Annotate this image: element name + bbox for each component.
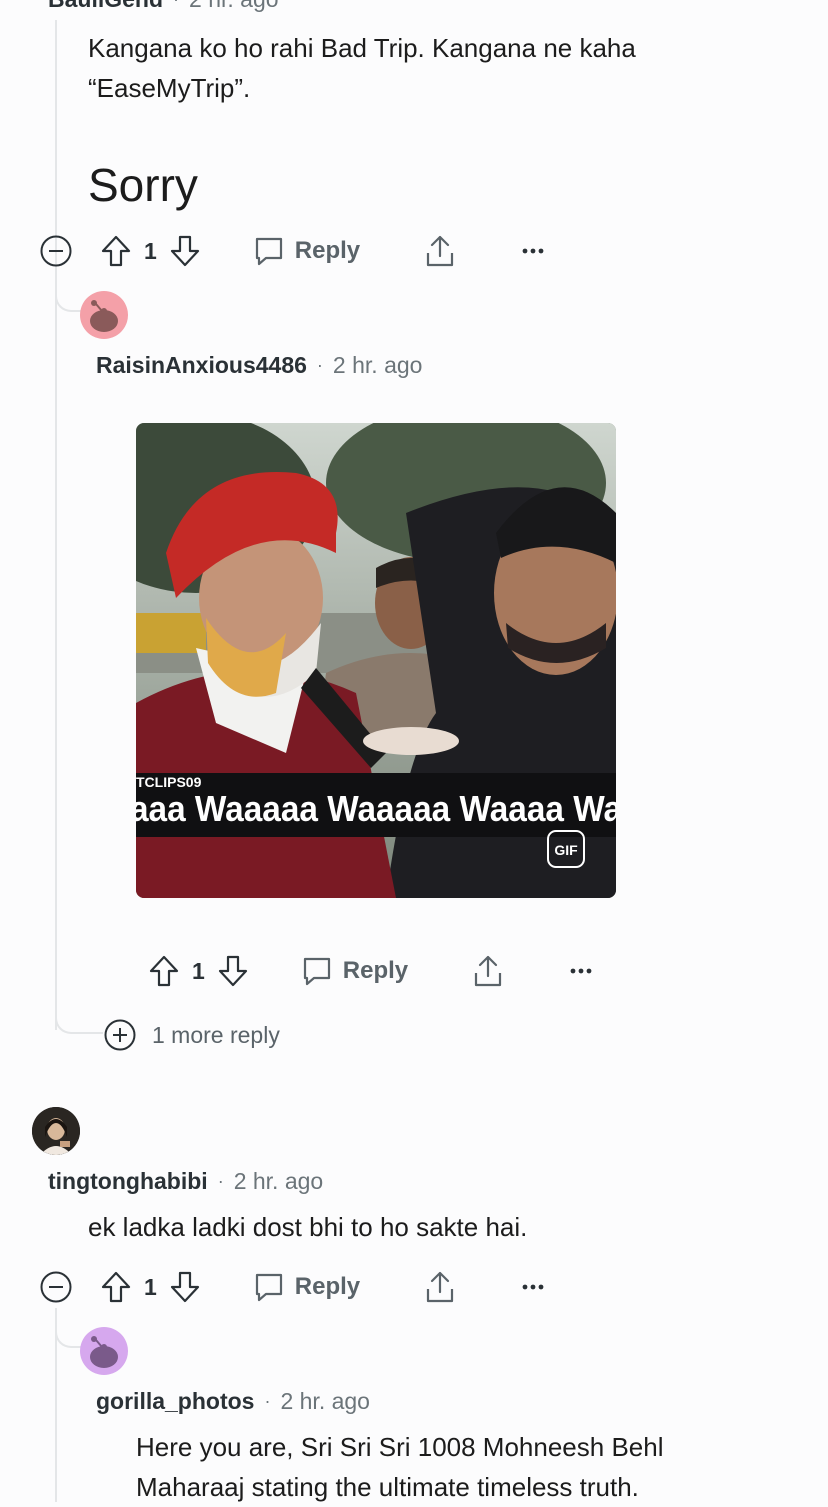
- share-icon[interactable]: [472, 954, 504, 988]
- comment-author[interactable]: BauliGend: [48, 0, 163, 13]
- expand-icon: [104, 1019, 136, 1051]
- meta-separator: ·: [217, 1171, 224, 1191]
- comment-icon: [303, 957, 330, 986]
- reply-label: Reply: [342, 957, 409, 984]
- comment-text-line: Maharaaj stating the ultimate timeless t…: [136, 1472, 639, 1502]
- downvote-icon[interactable]: [169, 234, 201, 268]
- more-options-icon[interactable]: [570, 967, 592, 975]
- comment-meta: gorilla_photos · 2 hr. ago: [96, 1388, 370, 1415]
- gif-caption: aaa Waaaaa Waaaaa Waaaa Wa: [136, 788, 616, 829]
- reply-label: Reply: [294, 1273, 361, 1300]
- more-options-icon[interactable]: [522, 247, 544, 255]
- thread-line[interactable]: [55, 20, 57, 1030]
- comment-time: 2 hr. ago: [233, 1168, 324, 1194]
- share-icon[interactable]: [424, 234, 456, 268]
- comment-time: 2 hr. ago: [280, 1388, 370, 1414]
- comment-icon: [255, 1273, 282, 1302]
- collapse-icon[interactable]: [40, 235, 72, 267]
- comment-author[interactable]: gorilla_photos: [96, 1388, 254, 1415]
- upvote-icon[interactable]: [148, 954, 180, 988]
- comment-text-line: Here you are, Sri Sri Sri 1008 Mohneesh …: [136, 1432, 664, 1462]
- comment-meta: BauliGend · 2 hr. ago: [48, 0, 279, 13]
- downvote-icon[interactable]: [169, 1270, 201, 1304]
- more-options-icon[interactable]: [522, 1283, 544, 1291]
- meta-separator: ·: [316, 355, 323, 375]
- comment-body: ek ladka ladki dost bhi to ho sakte hai.: [88, 1212, 528, 1242]
- gif-badge: GIF: [554, 842, 578, 858]
- meta-separator: ·: [173, 0, 179, 10]
- avatar[interactable]: [80, 291, 128, 339]
- thread-elbow: [55, 1010, 103, 1034]
- comment-author[interactable]: tingtonghabibi: [48, 1168, 208, 1195]
- comment-body: Kangana ko ho rahi Bad Trip. Kangana ne …: [88, 28, 636, 108]
- downvote-icon[interactable]: [217, 954, 249, 988]
- collapse-icon[interactable]: [40, 1271, 72, 1303]
- vote-count: 1: [192, 957, 205, 984]
- comment-text-line: Kangana ko ho rahi Bad Trip. Kangana ne …: [88, 33, 636, 63]
- more-replies-label: 1 more reply: [152, 1021, 280, 1048]
- comment-time: 2 hr. ago: [332, 352, 423, 378]
- avatar[interactable]: [32, 1107, 80, 1155]
- more-replies-button[interactable]: 1 more reply: [104, 1018, 280, 1052]
- share-icon[interactable]: [424, 1270, 456, 1304]
- comment-meta: tingtonghabibi · 2 hr. ago: [48, 1168, 323, 1195]
- reply-button[interactable]: Reply: [253, 1271, 360, 1303]
- comment-actions: 1 Reply: [148, 950, 592, 992]
- avatar[interactable]: [80, 1327, 128, 1375]
- upvote-icon[interactable]: [100, 1270, 132, 1304]
- comment-actions: 1 Reply: [40, 1266, 544, 1308]
- meta-separator: ·: [264, 1391, 271, 1411]
- comment-author[interactable]: RaisinAnxious4486: [96, 352, 307, 379]
- comment-meta: RaisinAnxious4486 · 2 hr. ago: [96, 352, 422, 379]
- comment-body: Here you are, Sri Sri Sri 1008 Mohneesh …: [136, 1427, 664, 1507]
- reply-button[interactable]: Reply: [253, 235, 360, 267]
- upvote-icon[interactable]: [100, 234, 132, 268]
- comment-icon: [255, 237, 282, 266]
- comment-text-line: “EaseMyTrip”.: [88, 73, 251, 103]
- gif-image[interactable]: TCLIPS09 aaa Waaaaa Waaaaa Waaaa Wa GIF: [136, 423, 616, 898]
- comment-time: 2 hr. ago: [189, 0, 279, 13]
- vote-count: 1: [144, 237, 157, 264]
- reply-button[interactable]: Reply: [301, 955, 408, 987]
- comment-actions: 1 Reply: [40, 230, 544, 272]
- reply-label: Reply: [294, 237, 361, 264]
- vote-count: 1: [144, 1273, 157, 1300]
- comment-heading: Sorry: [88, 159, 198, 211]
